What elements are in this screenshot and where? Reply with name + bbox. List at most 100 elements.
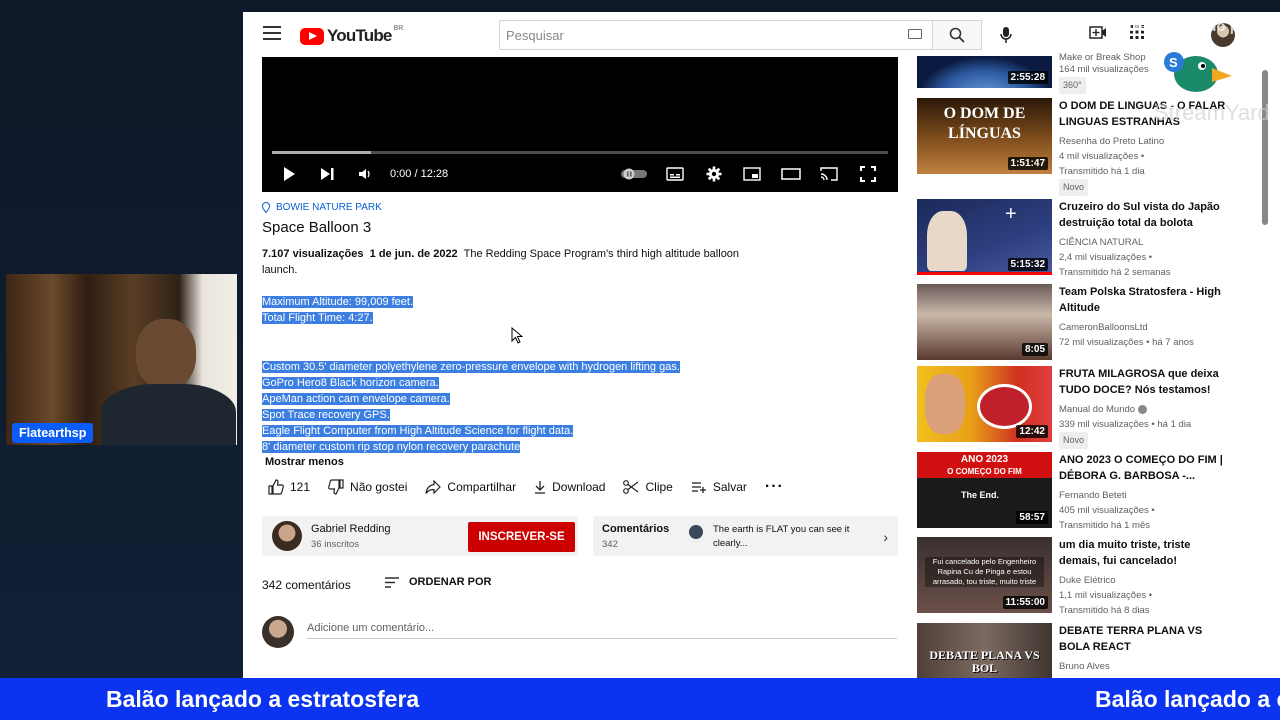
video-channel: Manual do Mundo — [1059, 402, 1147, 417]
channel-name-text: Manual do Mundo — [1059, 404, 1136, 415]
user-avatar — [262, 616, 294, 648]
progress-bar[interactable] — [272, 151, 888, 154]
view-count: 7.107 visualizações — [262, 248, 364, 260]
video-channel: Duke Elétrico — [1059, 575, 1116, 586]
video-meta: 72 mil visualizações • há 7 anos — [1059, 337, 1194, 348]
clip-button[interactable]: Clipe — [623, 480, 673, 494]
svg-text:S: S — [1169, 55, 1178, 70]
play-icon[interactable] — [282, 161, 296, 186]
add-comment-input[interactable]: Adicione um comentário... — [307, 622, 434, 634]
logo-text: YouTube — [327, 26, 392, 45]
progress-buffer — [272, 151, 371, 154]
video-thumbnail[interactable]: 8:05 — [917, 284, 1052, 360]
video-thumbnail[interactable]: 12:42 — [917, 366, 1052, 442]
video-description-summary: 7.107 visualizações 1 de jun. de 2022 Th… — [262, 246, 742, 278]
scissors-icon — [623, 480, 639, 494]
channel-avatar[interactable] — [272, 521, 302, 551]
equipment-block: Custom 30.5' diameter polyethylene zero-… — [262, 359, 902, 455]
thumbnail-text: O DOM DE LÍNGUAS — [943, 105, 1026, 142]
thumbs-down-icon — [328, 479, 344, 495]
youtube-logo[interactable]: YouTube BR — [300, 24, 404, 46]
share-button[interactable]: Compartilhar — [425, 480, 516, 494]
clip-label: Clipe — [645, 480, 673, 494]
video-badge: 360° — [1059, 77, 1086, 94]
subscriber-count: 36 inscritos — [311, 539, 360, 550]
channel-name[interactable]: Gabriel Redding — [311, 523, 391, 535]
subtitles-icon[interactable] — [666, 161, 684, 186]
comment-underline — [307, 638, 897, 639]
theater-mode-icon[interactable] — [781, 161, 801, 186]
video-duration: 8:05 — [1021, 343, 1048, 356]
video-channel: CIÊNCIA NATURAL — [1059, 237, 1144, 248]
upload-date: 1 de jun. de 2022 — [369, 248, 458, 260]
equipment-line: Spot Trace recovery GPS. — [262, 409, 390, 421]
watermark-text: Desenvolvido por — [1128, 18, 1254, 35]
microphone-icon[interactable] — [999, 26, 1013, 44]
menu-icon[interactable] — [263, 26, 281, 40]
news-ticker: Balão lançado a estratosfera Balão lança… — [0, 678, 1280, 720]
show-less-button[interactable]: Mostrar menos — [265, 456, 902, 468]
dislike-button[interactable]: Não gostei — [328, 479, 407, 495]
share-icon — [425, 480, 442, 494]
streamyard-duck-logo: S — [1164, 52, 1232, 92]
thumbs-up-icon — [268, 479, 284, 495]
volume-icon[interactable] — [358, 161, 372, 186]
thumbnail-end-text: The End. — [961, 490, 999, 500]
stat-line: Total Flight Time: 4:27. — [262, 312, 373, 324]
video-title: Cruzeiro do Sul vista do Japão destruiçã… — [1059, 201, 1220, 229]
save-label: Salvar — [712, 480, 747, 494]
download-icon — [535, 481, 546, 494]
thumbnail-text: DEBATE PLANA VS BOL — [929, 648, 1040, 675]
chevron-right-icon[interactable]: › — [883, 529, 888, 545]
stats-block: Maximum Altitude: 99,009 feet. Total Fli… — [262, 294, 902, 326]
save-button[interactable]: Salvar — [691, 480, 747, 494]
miniplayer-icon[interactable] — [743, 161, 761, 186]
fullscreen-icon[interactable] — [860, 161, 876, 186]
video-player[interactable]: 0:00 / 12:28 — [262, 57, 898, 192]
streamer-body — [101, 384, 236, 445]
next-icon[interactable] — [320, 161, 336, 186]
star-icon: + — [1005, 203, 1017, 225]
equipment-line: Eagle Flight Computer from High Altitude… — [262, 425, 574, 437]
video-duration: 11:55:00 — [1002, 596, 1048, 609]
video-thumbnail[interactable]: Fui cancelado pelo Engenheiro Rapina Cu … — [917, 537, 1052, 613]
settings-gear-icon[interactable] — [706, 161, 722, 186]
video-thumbnail[interactable]: 2:55:28 — [917, 56, 1052, 88]
scrollbar[interactable] — [1262, 70, 1268, 225]
video-channel: Resenha do Preto Latino — [1059, 136, 1165, 147]
video-thumbnail[interactable]: DEBATE PLANA VS BOL — [917, 623, 1052, 678]
location-link[interactable]: BOWIE NATURE PARK — [262, 202, 902, 213]
video-meta: 1,1 mil visualizações • — [1059, 590, 1153, 601]
subscribe-button[interactable]: INSCREVER-SE — [468, 522, 575, 552]
video-metadata: BOWIE NATURE PARK Space Balloon 3 7.107 … — [262, 202, 902, 468]
keyboard-icon[interactable] — [908, 29, 922, 39]
thumbnail-banner: ANO 2023 O COMEÇO DO FIM — [917, 452, 1052, 478]
cast-icon[interactable] — [820, 161, 838, 186]
video-title: um dia muito triste, triste demais, fui … — [1059, 539, 1191, 567]
video-channel: Bruno Alves — [1059, 661, 1110, 672]
create-video-icon[interactable] — [1089, 24, 1107, 40]
sort-by-button[interactable]: ORDENAR POR — [385, 576, 492, 588]
comments-count: 342 comentários — [262, 578, 351, 592]
search-input[interactable]: Pesquisar — [499, 20, 933, 50]
search-button[interactable] — [933, 20, 982, 50]
like-button[interactable]: 121 — [268, 479, 310, 495]
logo-region: BR — [393, 24, 404, 32]
video-thumbnail[interactable]: O DOM DE LÍNGUAS 1:51:47 — [917, 98, 1052, 174]
more-actions-icon[interactable]: ··· — [765, 478, 784, 496]
video-meta: 405 mil visualizações • — [1059, 505, 1155, 516]
mouse-cursor-icon — [511, 327, 523, 344]
commenter-avatar — [689, 525, 703, 539]
video-channel: CameronBalloonsLtd — [1059, 322, 1148, 333]
video-channel: Fernando Beteti — [1059, 490, 1127, 501]
ticker-text: Balão lançado a estratosfera — [106, 686, 420, 712]
comments-count-small: 342 — [602, 539, 618, 550]
video-meta: 164 mil visualizações — [1059, 64, 1149, 75]
comments-preview[interactable]: Comentários 342 The earth is FLAT you ca… — [593, 516, 898, 556]
video-thumbnail[interactable]: ANO 2023 O COMEÇO DO FIM The End. 58:57 — [917, 452, 1052, 528]
autoplay-toggle-icon[interactable] — [620, 161, 648, 186]
video-meta-2: Transmitido há 1 dia — [1059, 166, 1145, 177]
download-button[interactable]: Download — [534, 480, 605, 494]
youtube-play-icon — [300, 27, 324, 45]
video-thumbnail[interactable]: + 5:15:32 — [917, 199, 1052, 275]
